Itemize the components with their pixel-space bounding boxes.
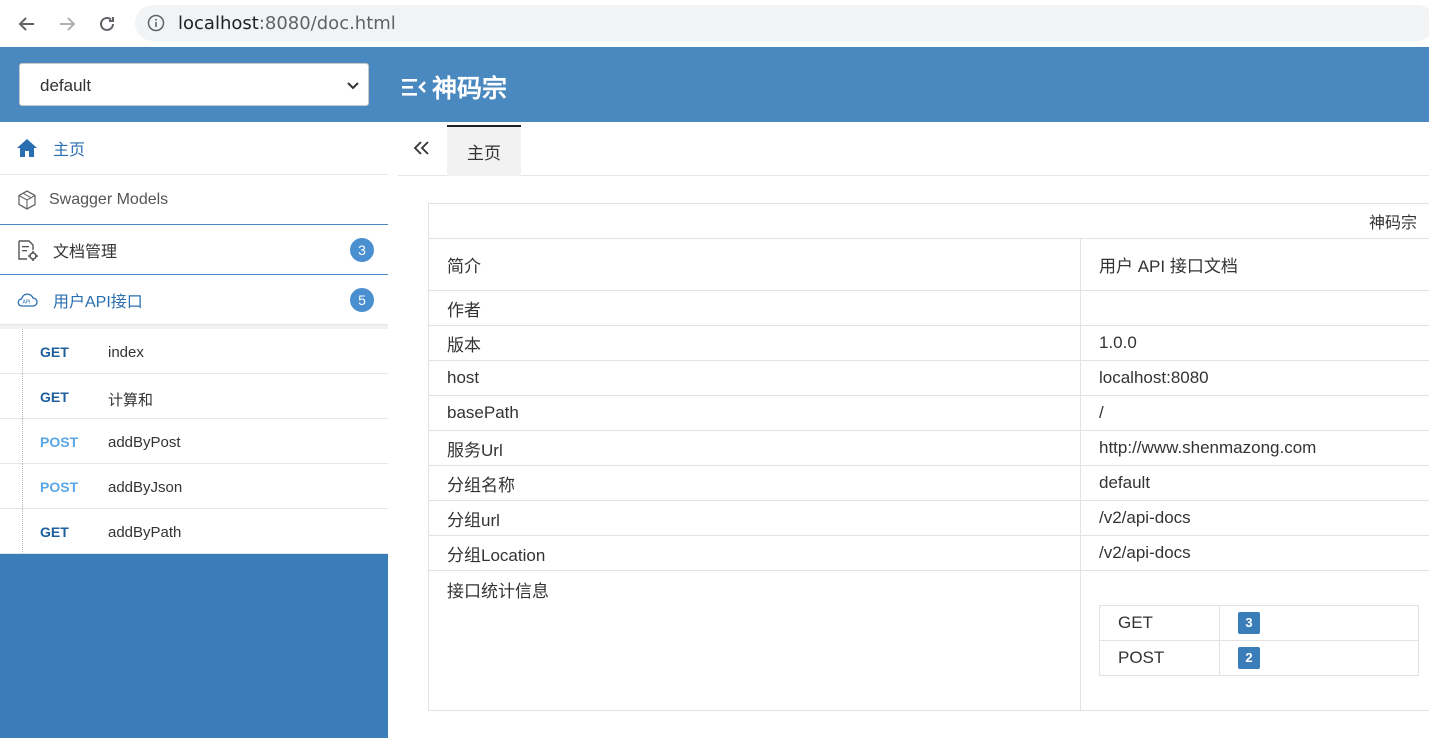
sidebar-item-label: Swagger Models [49, 190, 169, 208]
app-header: default 神码宗 [0, 47, 1429, 122]
home-icon [17, 139, 37, 157]
api-item-index[interactable]: GET index [0, 329, 388, 374]
info-value: localhost:8080 [1080, 360, 1429, 396]
table-row: 版本 1.0.0 [428, 325, 1429, 361]
api-item-sum[interactable]: GET 计算和 [0, 374, 388, 419]
doc-info-table: 神码宗 简介 用户 API 接口文档 作者 版本 1.0.0 host loca… [428, 203, 1429, 711]
stats-table: GET 3 POST 2 [1099, 605, 1419, 676]
arrow-left-icon [18, 17, 34, 31]
tab-home[interactable]: 主页 [447, 125, 521, 176]
info-key: 分组名称 [428, 465, 1081, 501]
info-value: 用户 API 接口文档 [1080, 238, 1429, 291]
info-value: / [1080, 395, 1429, 431]
info-key: 服务Url [428, 430, 1081, 466]
stats-method: GET [1099, 605, 1220, 641]
back-button[interactable] [11, 8, 43, 40]
api-name: addByPost [108, 434, 181, 451]
table-row: host localhost:8080 [428, 360, 1429, 396]
info-key: basePath [428, 395, 1081, 431]
sidebar-item-docs[interactable]: 文档管理 3 [0, 225, 388, 275]
api-name: addByPath [108, 524, 182, 541]
app-title: 神码宗 [402, 69, 507, 105]
info-value: 1.0.0 [1080, 325, 1429, 361]
table-row: 服务Url http://www.shenmazong.com [428, 430, 1429, 466]
info-value: default [1080, 465, 1429, 501]
stats-count-badge: 3 [1238, 612, 1260, 634]
table-row: GET 3 [1099, 605, 1419, 641]
forward-button[interactable] [51, 8, 83, 40]
sidebar-item-label: 主页 [53, 142, 86, 159]
info-key: 简介 [428, 238, 1081, 291]
app-title-text: 神码宗 [432, 74, 508, 103]
api-item-add-by-json[interactable]: POST addByJson [0, 464, 388, 509]
table-row: basePath / [428, 395, 1429, 431]
chevron-down-icon [347, 82, 359, 90]
info-value: http://www.shenmazong.com [1080, 430, 1429, 466]
group-select[interactable]: default [19, 63, 369, 106]
info-key: 版本 [428, 325, 1081, 361]
api-method: GET [40, 389, 69, 405]
tab-home-label: 主页 [467, 144, 501, 163]
stats-count-cell: 3 [1219, 605, 1419, 641]
svg-text:API: API [23, 299, 31, 305]
address-bar[interactable]: localhost:8080/doc.html [135, 5, 1429, 41]
table-row: 分组Location /v2/api-docs [428, 535, 1429, 571]
api-name: addByJson [108, 479, 183, 496]
api-count-badge: 5 [350, 287, 374, 312]
sidebar-item-label: 用户API接口 [53, 293, 143, 311]
api-method: POST [40, 434, 79, 450]
table-row: 作者 [428, 290, 1429, 326]
info-key: host [428, 360, 1081, 396]
api-list: GET index GET 计算和 POST addByPost POST ad… [0, 325, 388, 554]
document-settings-icon [18, 239, 38, 261]
browser-toolbar: localhost:8080/doc.html [0, 0, 1429, 47]
api-name: 计算和 [108, 392, 154, 409]
info-key: 作者 [428, 290, 1081, 326]
reload-button[interactable] [91, 8, 123, 40]
side-menu: 主页 Swagger Models 文档管理 3 API 用户API接口 5 G… [0, 122, 388, 554]
info-value: /v2/api-docs [1080, 500, 1429, 536]
sidebar-item-home[interactable]: 主页 [0, 122, 388, 175]
api-item-add-by-post[interactable]: POST addByPost [0, 419, 388, 464]
table-row: 接口统计信息 GET 3 POST 2 [428, 570, 1429, 711]
menu-toggle-icon[interactable] [402, 76, 426, 98]
stats-label: 接口统计信息 [428, 570, 1081, 711]
reload-icon [100, 16, 114, 31]
table-row: 简介 用户 API 接口文档 [428, 238, 1429, 291]
info-key: 分组Location [428, 535, 1081, 571]
url-text: localhost:8080/doc.html [178, 13, 396, 34]
tab-bar: 主页 [398, 122, 1429, 176]
docs-count-badge: 3 [350, 237, 374, 262]
arrow-right-icon [60, 17, 76, 31]
stats-method: POST [1099, 640, 1220, 676]
stats-cell: GET 3 POST 2 [1080, 570, 1429, 711]
sidebar-item-swagger-models[interactable]: Swagger Models [0, 175, 388, 225]
table-row: 神码宗 [428, 203, 1429, 239]
info-value: /v2/api-docs [1080, 535, 1429, 571]
double-chevron-left-icon[interactable] [412, 138, 432, 158]
stats-count-cell: 2 [1219, 640, 1419, 676]
api-item-add-by-path[interactable]: GET addByPath [0, 509, 388, 554]
url-host: localhost [178, 13, 259, 34]
url-path: :8080/doc.html [258, 13, 396, 34]
table-row: 分组url /v2/api-docs [428, 500, 1429, 536]
info-value [1080, 290, 1429, 326]
table-row: 分组名称 default [428, 465, 1429, 501]
api-method: GET [40, 524, 69, 540]
sidebar-item-label: 文档管理 [53, 243, 118, 261]
sidebar-item-user-api[interactable]: API 用户API接口 5 [0, 275, 388, 325]
models-icon [18, 189, 36, 210]
table-row: POST 2 [1099, 640, 1419, 676]
doc-title: 神码宗 [428, 203, 1429, 239]
info-key: 分组url [428, 500, 1081, 536]
api-name: index [108, 344, 144, 361]
stats-count-badge: 2 [1238, 647, 1260, 669]
sidebar: 主页 Swagger Models 文档管理 3 API 用户API接口 5 G… [0, 122, 388, 738]
info-icon[interactable] [147, 14, 165, 32]
cloud-api-icon: API [17, 293, 38, 307]
group-select-value: default [40, 76, 92, 95]
api-method: GET [40, 344, 69, 360]
api-method: POST [40, 479, 79, 495]
